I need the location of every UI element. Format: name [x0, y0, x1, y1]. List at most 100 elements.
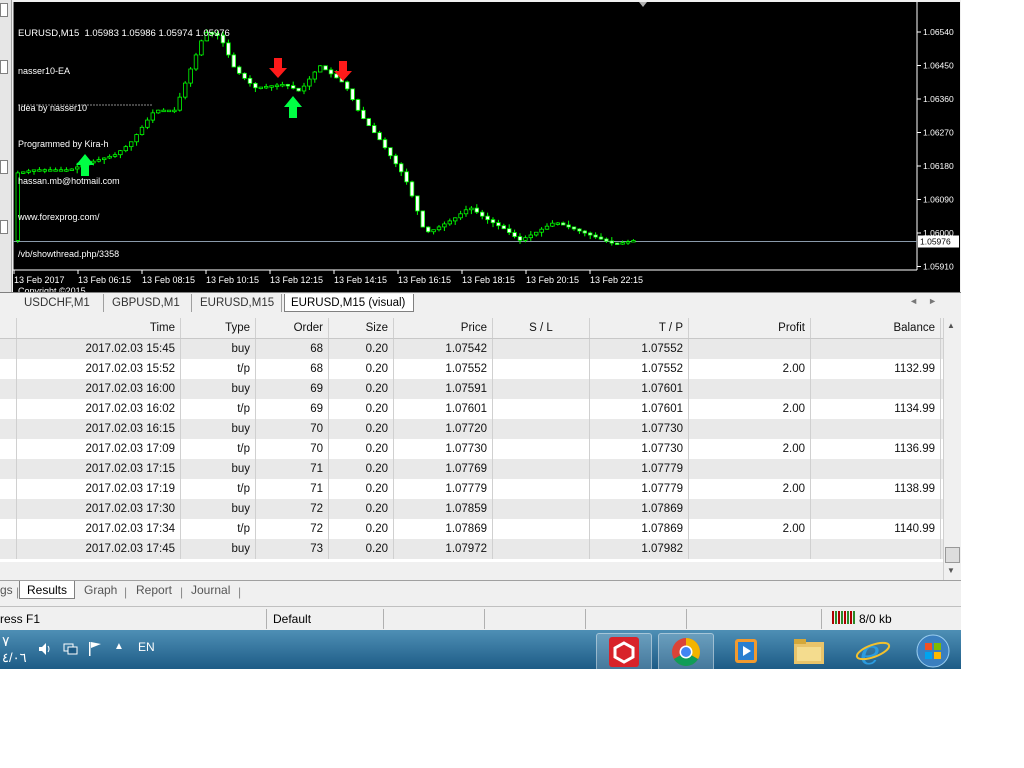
table-row[interactable]: 2017.02.03 17:19 t/p 71 0.20 1.07779 1.07779 2…: [0, 479, 943, 500]
col-type[interactable]: Type: [181, 318, 256, 338]
folder-icon[interactable]: [782, 633, 836, 669]
candle-body[interactable]: [371, 125, 377, 134]
chrome-icon[interactable]: [658, 633, 714, 669]
col-profit[interactable]: Profit: [689, 318, 811, 338]
candle-body[interactable]: [512, 232, 517, 237]
candle-body[interactable]: [312, 71, 317, 80]
candle-body[interactable]: [604, 238, 609, 242]
language-indicator[interactable]: EN: [138, 640, 155, 654]
candle-body[interactable]: [452, 217, 458, 222]
candle-body[interactable]: [474, 207, 479, 213]
candle-body[interactable]: [420, 210, 425, 228]
table-row[interactable]: 2017.02.03 16:15 buy 70 0.20 1.07720 1.07730: [0, 419, 943, 440]
candle-body[interactable]: [258, 86, 263, 89]
candle-body[interactable]: [344, 81, 350, 90]
col-sl[interactable]: S / L: [493, 318, 590, 338]
candle-body[interactable]: [285, 84, 290, 87]
candle-body[interactable]: [269, 85, 274, 88]
candle-body[interactable]: [328, 69, 334, 75]
candle-body[interactable]: [501, 225, 506, 230]
candle-body[interactable]: [496, 222, 501, 227]
buy-arrow-icon[interactable]: [284, 96, 302, 118]
candle-body[interactable]: [539, 228, 544, 233]
candle-body[interactable]: [593, 234, 598, 238]
candle-body[interactable]: [555, 222, 560, 225]
candle-body[interactable]: [263, 86, 269, 89]
table-row[interactable]: 2017.02.03 17:30 buy 72 0.20 1.07859 1.07869: [0, 499, 943, 520]
candle-body[interactable]: [296, 87, 301, 92]
candle-body[interactable]: [458, 213, 463, 219]
candle-body[interactable]: [236, 66, 242, 74]
candle-body[interactable]: [598, 236, 604, 240]
candle-body[interactable]: [609, 240, 614, 244]
candle-body[interactable]: [625, 241, 631, 244]
candle-body[interactable]: [517, 236, 523, 241]
clock-line-2[interactable]: ٤/٠٦: [2, 650, 27, 666]
chart-tab-eurusd-visual[interactable]: EURUSD,M15 (visual): [284, 294, 414, 312]
candle-body[interactable]: [550, 222, 555, 227]
col-tp[interactable]: T / P: [590, 318, 689, 338]
chart-tab-gbpusd[interactable]: GBPUSD,M1: [106, 294, 192, 312]
candle-body[interactable]: [469, 207, 474, 211]
table-row[interactable]: 2017.02.03 15:52 t/p 68 0.20 1.07552 1.07552 2…: [0, 359, 943, 380]
candle-body[interactable]: [366, 118, 371, 127]
tray-expand-icon[interactable]: ▲: [114, 641, 124, 652]
panel-scroll-mark[interactable]: [0, 3, 8, 17]
candle-body[interactable]: [377, 132, 382, 141]
candle-body[interactable]: [355, 99, 361, 111]
candle-body[interactable]: [253, 82, 258, 89]
candle-body[interactable]: [566, 224, 571, 228]
table-row[interactable]: 2017.02.03 17:34 t/p 72 0.20 1.07869 1.07869 2…: [0, 519, 943, 540]
candle-body[interactable]: [534, 231, 539, 236]
col-balance[interactable]: Balance: [811, 318, 941, 338]
col-order[interactable]: Order: [256, 318, 329, 338]
chart-tab-usdchf[interactable]: USDCHF,M1: [18, 294, 104, 312]
tab-graph[interactable]: Graph: [84, 581, 117, 599]
candle-body[interactable]: [588, 232, 593, 236]
candle-body[interactable]: [571, 226, 577, 230]
panel-scroll-mark[interactable]: [0, 160, 8, 174]
candle-body[interactable]: [242, 72, 247, 79]
clock-line-1[interactable]: ٧: [2, 633, 10, 650]
candle-body[interactable]: [490, 219, 496, 224]
table-row[interactable]: 2017.02.03 17:09 t/p 70 0.20 1.07730 1.07730 2…: [0, 439, 943, 460]
media-player-icon[interactable]: [718, 633, 772, 669]
candle-body[interactable]: [485, 215, 490, 221]
candle-body[interactable]: [528, 234, 533, 239]
table-row[interactable]: 2017.02.03 17:45 buy 73 0.20 1.07972 1.07982: [0, 539, 943, 560]
chart-shift-marker[interactable]: [639, 2, 647, 7]
panel-scroll-mark[interactable]: [0, 60, 8, 74]
internet-explorer-icon[interactable]: e: [846, 633, 900, 669]
scroll-down-icon[interactable]: ▼: [947, 566, 955, 575]
candle-body[interactable]: [436, 226, 442, 231]
table-row[interactable]: 2017.02.03 16:00 buy 69 0.20 1.07591 1.07601: [0, 379, 943, 400]
candle-body[interactable]: [361, 109, 366, 119]
tab-settings-partial[interactable]: gs: [0, 581, 13, 599]
tab-journal[interactable]: Journal: [191, 581, 230, 599]
taskbar-app-red-icon[interactable]: [596, 633, 652, 669]
candle-body[interactable]: [582, 230, 587, 234]
panel-scroll-mark[interactable]: [0, 220, 8, 234]
candle-body[interactable]: [388, 147, 393, 157]
candle-body[interactable]: [231, 54, 236, 68]
sell-arrow-icon[interactable]: [269, 58, 287, 78]
candle-body[interactable]: [307, 78, 312, 87]
col-size[interactable]: Size: [329, 318, 394, 338]
candle-body[interactable]: [615, 242, 620, 245]
price-chart[interactable]: 1.06540 1.06450 1.06360 1.06270 1.06180 1.060…: [13, 2, 960, 296]
tab-report[interactable]: Report: [136, 581, 172, 599]
volume-icon[interactable]: [38, 642, 52, 659]
candle-body[interactable]: [447, 220, 452, 225]
candle-body[interactable]: [382, 139, 388, 149]
tab-scroll-arrows[interactable]: ◄►: [909, 296, 947, 306]
candle-body[interactable]: [247, 77, 253, 84]
candle-body[interactable]: [350, 88, 355, 100]
candle-body[interactable]: [274, 84, 280, 87]
candle-body[interactable]: [442, 223, 447, 228]
candle-body[interactable]: [425, 226, 431, 233]
col-time[interactable]: Time: [17, 318, 181, 338]
network-icon[interactable]: [63, 642, 79, 659]
candle-body[interactable]: [393, 155, 398, 165]
candle-body[interactable]: [317, 65, 323, 73]
table-row[interactable]: 2017.02.03 17:15 buy 71 0.20 1.07769 1.07779: [0, 459, 943, 480]
